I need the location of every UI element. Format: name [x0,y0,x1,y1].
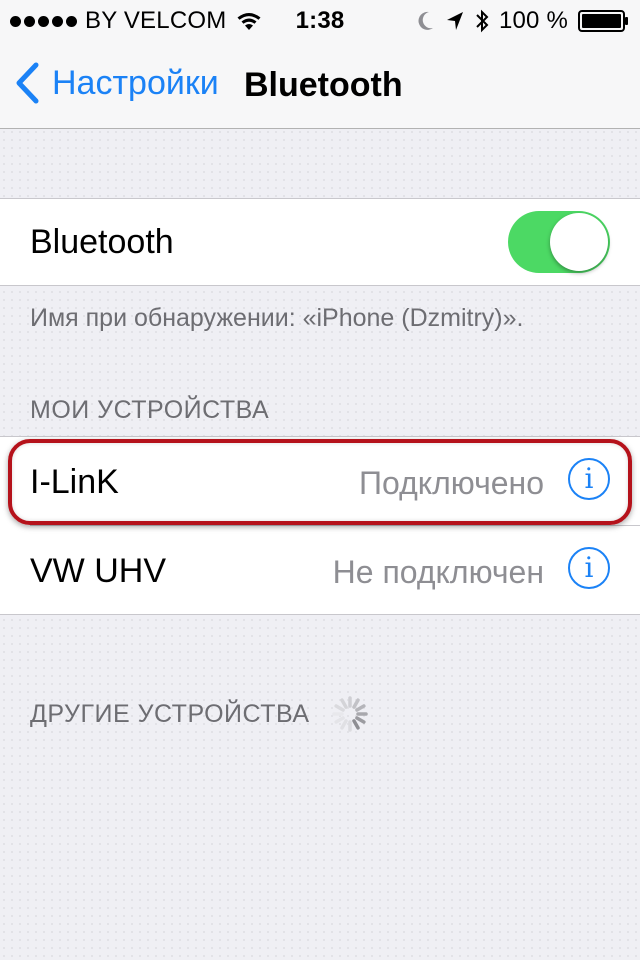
device-name: VW UHV [30,552,166,590]
info-icon[interactable]: i [568,547,610,589]
location-arrow-icon [446,12,463,30]
loading-spinner-icon [331,696,368,732]
device-status: Подключено [358,465,544,501]
section-header-my-devices: МОИ УСТРОЙСТВА [30,396,270,424]
device-row[interactable]: I-LinK Подключено i [0,437,640,525]
back-button[interactable]: Настройки [14,62,219,104]
moon-icon [418,11,433,30]
bluetooth-toggle-cell: Bluetooth [0,198,640,286]
device-name: I-LinK [30,463,119,501]
device-status: Не подключен [332,554,544,590]
switch-knob [550,213,608,271]
status-bar: BY VELCOM 1:38 100 % [0,0,640,40]
my-devices-list: I-LinK Подключено i VW UHV Не подключен … [0,436,640,615]
other-devices-label: ДРУГИЕ УСТРОЙСТВА [30,699,310,728]
back-label: Настройки [52,63,219,102]
status-right: 100 % [417,7,630,35]
page-title: Bluetooth [244,66,403,104]
battery-percent: 100 % [498,7,568,34]
chevron-left-icon [16,62,39,104]
info-icon[interactable]: i [568,458,610,500]
bluetooth-icon [476,9,489,33]
bluetooth-switch[interactable] [508,211,610,273]
battery-icon [578,10,628,32]
discovery-name-note: Имя при обнаружении: «iPhone (Dzmitry)». [30,304,524,332]
bluetooth-label: Bluetooth [30,223,174,261]
device-row[interactable]: VW UHV Не подключен i [30,525,640,614]
navigation-bar: Настройки Bluetooth [0,40,640,129]
section-header-other-devices: ДРУГИЕ УСТРОЙСТВА [30,694,370,734]
